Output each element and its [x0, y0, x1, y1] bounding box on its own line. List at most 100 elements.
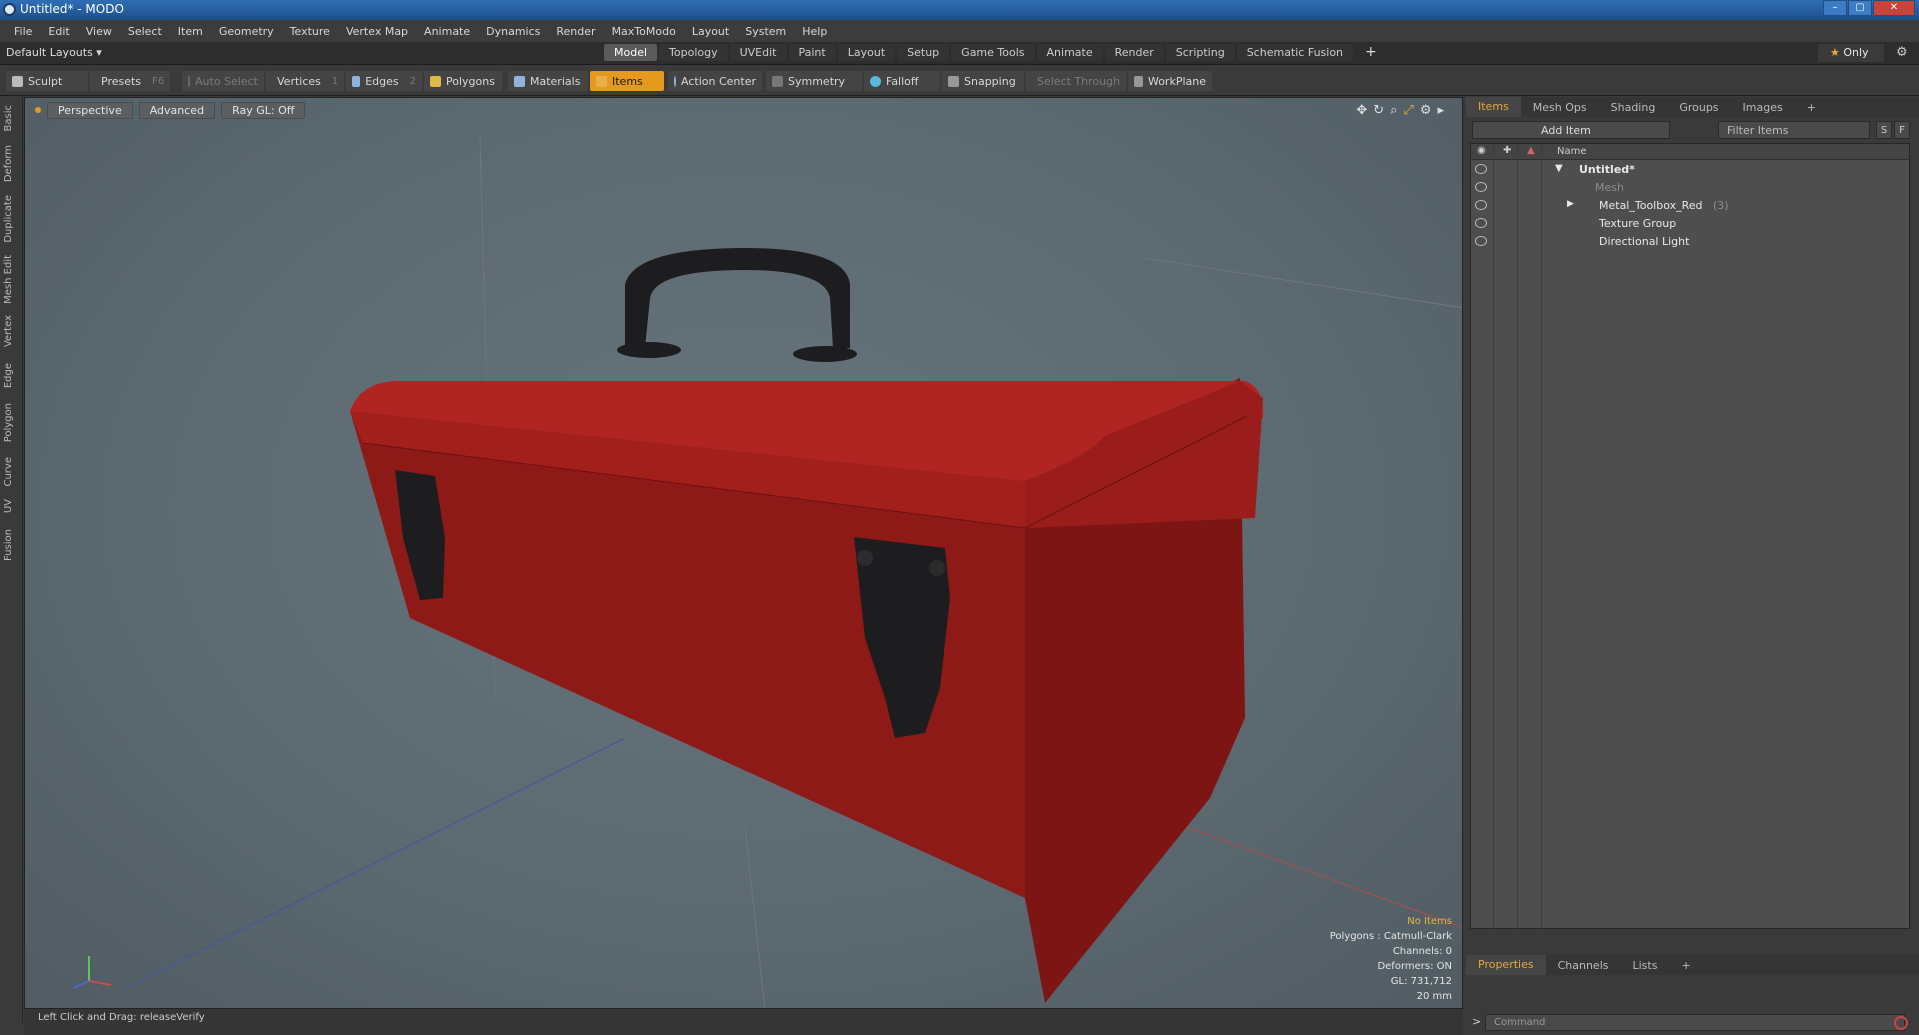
tab-mesh-edit[interactable]: Mesh Edit	[3, 255, 14, 304]
tab-uvedit[interactable]: UVEdit	[729, 44, 787, 61]
tab-model[interactable]: Model	[604, 44, 658, 61]
eye-icon[interactable]	[1475, 182, 1487, 192]
filter-items-input[interactable]: Filter Items	[1718, 121, 1870, 139]
materials-button[interactable]: Materials	[508, 71, 588, 91]
expand-arrow-icon[interactable]: ▶	[1567, 199, 1574, 209]
only-button[interactable]: ★ Only	[1818, 44, 1884, 62]
tab-vertex[interactable]: Vertex	[3, 315, 14, 347]
items-button[interactable]: Items	[590, 71, 664, 91]
tab-curve[interactable]: Curve	[3, 457, 14, 487]
menu-animate[interactable]: Animate	[416, 25, 478, 38]
tab-setup[interactable]: Setup	[897, 44, 950, 61]
symmetry-button[interactable]: Symmetry	[766, 71, 862, 91]
menu-file[interactable]: File	[6, 25, 40, 38]
presets-button[interactable]: Presets F6	[90, 71, 170, 91]
advanced-dropdown[interactable]: Advanced	[138, 102, 216, 119]
tab-deform[interactable]: Deform	[3, 145, 14, 182]
menu-edit[interactable]: Edit	[40, 25, 77, 38]
workplane-button[interactable]: WorkPlane	[1128, 71, 1212, 91]
viewport-menu-dot[interactable]	[35, 107, 41, 113]
raygl-dropdown[interactable]: Ray GL: Off	[221, 102, 306, 119]
rotate-icon[interactable]: ↻	[1373, 103, 1384, 118]
perspective-dropdown[interactable]: Perspective	[47, 102, 133, 119]
list-item[interactable]: ▶ Metal_Toolbox_Red (3)	[1471, 197, 1909, 215]
f-button[interactable]: F	[1894, 121, 1910, 139]
menu-geometry[interactable]: Geometry	[211, 25, 282, 38]
settings-icon[interactable]: ⚙	[1420, 103, 1432, 118]
menu-dynamics[interactable]: Dynamics	[478, 25, 548, 38]
tab-schematic-fusion[interactable]: Schematic Fusion	[1236, 44, 1354, 61]
tab-images[interactable]: Images	[1731, 101, 1795, 114]
list-item[interactable]: Texture Group	[1471, 215, 1909, 233]
edges-button[interactable]: Edges 2	[346, 71, 422, 91]
menu-maxtomodo[interactable]: MaxToModo	[604, 25, 684, 38]
command-input[interactable]: Command	[1485, 1014, 1905, 1031]
tab-duplicate[interactable]: Duplicate	[3, 195, 14, 243]
fit-icon[interactable]: ⤢	[1403, 103, 1413, 118]
menu-select[interactable]: Select	[120, 25, 170, 38]
tab-basic[interactable]: Basic	[3, 105, 14, 131]
tab-properties[interactable]: Properties	[1466, 955, 1546, 975]
default-layouts-dropdown[interactable]: Default Layouts ▾	[6, 46, 102, 59]
action-center-button[interactable]: Action Center	[668, 71, 762, 91]
tab-paint[interactable]: Paint	[788, 44, 836, 61]
select-through-button[interactable]: Select Through	[1026, 71, 1126, 91]
tab-channels[interactable]: Channels	[1546, 959, 1621, 972]
menu-system[interactable]: System	[737, 25, 794, 38]
tab-scripting[interactable]: Scripting	[1165, 44, 1235, 61]
modo-logo-icon	[3, 3, 16, 16]
list-item[interactable]: Directional Light	[1471, 233, 1909, 251]
add-tab-button[interactable]: +	[1355, 44, 1387, 61]
tab-mesh-ops[interactable]: Mesh Ops	[1521, 101, 1599, 114]
tab-layout[interactable]: Layout	[837, 44, 896, 61]
eye-icon[interactable]	[1475, 164, 1487, 174]
arrow-icon[interactable]: ▸	[1437, 103, 1444, 118]
close-button[interactable]: ✕	[1873, 0, 1915, 16]
tab-uv[interactable]: UV	[3, 499, 14, 513]
snapping-button[interactable]: Snapping	[942, 71, 1024, 91]
latch-rivet	[857, 550, 873, 566]
menu-view[interactable]: View	[78, 25, 120, 38]
name-column-header[interactable]: Name	[1557, 146, 1587, 157]
collapse-arrow-icon[interactable]: ▼	[1555, 163, 1563, 174]
tab-render[interactable]: Render	[1104, 44, 1164, 61]
sculpt-button[interactable]: Sculpt	[6, 71, 88, 91]
menu-render[interactable]: Render	[548, 25, 603, 38]
tab-game-tools[interactable]: Game Tools	[951, 44, 1035, 61]
tab-lists[interactable]: Lists	[1621, 959, 1670, 972]
zoom-icon[interactable]: ⌕	[1390, 103, 1397, 118]
add-item-dropdown[interactable]: Add Item	[1472, 121, 1670, 139]
add-prop-tab-button[interactable]: +	[1669, 959, 1702, 972]
tab-polygon[interactable]: Polygon	[3, 403, 14, 442]
vertices-button[interactable]: Vertices 1	[266, 71, 344, 91]
auto-select-button[interactable]: Auto Select	[182, 71, 264, 91]
menu-texture[interactable]: Texture	[282, 25, 338, 38]
tab-groups[interactable]: Groups	[1667, 101, 1730, 114]
menu-vertex-map[interactable]: Vertex Map	[338, 25, 416, 38]
eye-icon[interactable]	[1475, 200, 1487, 210]
falloff-button[interactable]: Falloff	[864, 71, 940, 91]
list-item[interactable]: Mesh	[1471, 179, 1909, 197]
s-button[interactable]: S	[1876, 121, 1892, 139]
tab-fusion[interactable]: Fusion	[3, 529, 14, 561]
tab-edge[interactable]: Edge	[3, 363, 14, 388]
menu-help[interactable]: Help	[794, 25, 835, 38]
tab-shading[interactable]: Shading	[1599, 101, 1668, 114]
tab-items[interactable]: Items	[1466, 97, 1521, 117]
menu-layout[interactable]: Layout	[684, 25, 737, 38]
minimize-button[interactable]: –	[1823, 0, 1847, 16]
record-icon[interactable]	[1894, 1016, 1908, 1030]
menu-item[interactable]: Item	[170, 25, 211, 38]
tab-topology[interactable]: Topology	[659, 44, 728, 61]
polygons-button[interactable]: Polygons	[424, 71, 502, 91]
move-icon[interactable]: ✥	[1356, 103, 1367, 118]
maximize-button[interactable]: ▢	[1848, 0, 1872, 16]
list-item[interactable]: ▼ Untitled*	[1471, 161, 1909, 179]
status-bar: Left Click and Drag: releaseVerify	[24, 1009, 1463, 1035]
eye-icon[interactable]	[1475, 236, 1487, 246]
add-panel-tab-button[interactable]: +	[1795, 101, 1828, 114]
3d-viewport[interactable]: Perspective Advanced Ray GL: Off ✥ ↻ ⌕ ⤢…	[24, 97, 1463, 1009]
eye-icon[interactable]	[1475, 218, 1487, 228]
tab-animate[interactable]: Animate	[1036, 44, 1103, 61]
gear-icon[interactable]: ⚙	[1896, 45, 1908, 60]
